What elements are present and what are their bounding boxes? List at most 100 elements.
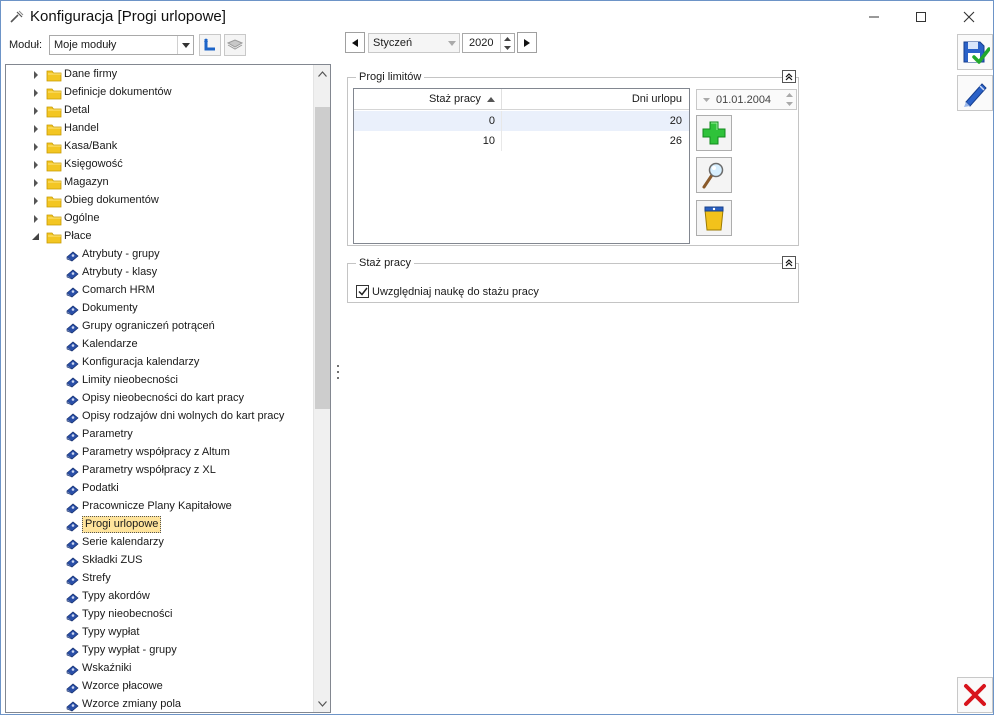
year-spinner[interactable]: 2020 — [462, 33, 515, 53]
spin-down-icon[interactable] — [501, 43, 514, 52]
tree-node[interactable]: Dane firmy — [6, 66, 314, 84]
tree-node[interactable]: Definicje dokumentów — [6, 84, 314, 102]
minimize-button[interactable] — [851, 1, 897, 32]
edit-button[interactable] — [957, 75, 993, 111]
panel-splitter[interactable] — [336, 363, 340, 381]
month-select[interactable]: Styczeń — [368, 33, 460, 53]
tree-leaf[interactable]: Konfiguracja kalendarzy — [6, 354, 314, 372]
tree-scrollbar[interactable] — [313, 65, 330, 712]
expand-arrow-icon[interactable] — [31, 142, 41, 152]
date-field[interactable]: 01.01.2004 — [696, 89, 797, 110]
date-dropdown-icon[interactable] — [699, 92, 713, 107]
month-value: Styczeń — [373, 37, 413, 49]
setting-leaf-icon — [66, 683, 79, 694]
maximize-icon — [916, 11, 926, 22]
tree-node[interactable]: Księgowość — [6, 156, 314, 174]
cancel-button[interactable] — [957, 677, 993, 713]
next-month-button[interactable] — [517, 32, 537, 53]
tree-leaf[interactable]: Atrybuty - klasy — [6, 264, 314, 282]
cell-dni: 26 — [669, 135, 682, 147]
tree-leaf[interactable]: Strefy — [6, 570, 314, 588]
expand-arrow-icon[interactable] — [31, 160, 41, 170]
expanded-arrow-icon[interactable] — [31, 232, 41, 242]
module-edit-button[interactable] — [224, 34, 246, 56]
expand-arrow-icon[interactable] — [31, 70, 41, 80]
view-button[interactable] — [696, 157, 732, 193]
tree-leaf[interactable]: Wzorce płacowe — [6, 678, 314, 696]
tree-leaf[interactable]: Atrybuty - grupy — [6, 246, 314, 264]
save-button[interactable] — [957, 34, 993, 70]
tree-node[interactable]: Magazyn — [6, 174, 314, 192]
add-button[interactable] — [696, 115, 732, 151]
tree-leaf[interactable]: Typy wypłat — [6, 624, 314, 642]
tree-leaf-label: Opisy nieobecności do kart pracy — [82, 392, 245, 404]
tree-leaf[interactable]: Comarch HRM — [6, 282, 314, 300]
tree-leaf[interactable]: Limity nieobecności — [6, 372, 314, 390]
tree-leaf[interactable]: Typy nieobecności — [6, 606, 314, 624]
save-disk-icon — [963, 41, 990, 64]
module-select[interactable]: Moje moduły — [49, 35, 194, 55]
expand-arrow-icon[interactable] — [31, 214, 41, 224]
tree-leaf[interactable]: Serie kalendarzy — [6, 534, 314, 552]
tree-leaf[interactable]: Opisy nieobecności do kart pracy — [6, 390, 314, 408]
limits-table[interactable]: Staż pracy Dni urlopu 0 20 10 26 — [353, 88, 690, 244]
column-header-staz[interactable]: Staż pracy — [354, 89, 502, 109]
scroll-down-button[interactable] — [314, 695, 330, 712]
tree-leaf[interactable]: Dokumenty — [6, 300, 314, 318]
tree-leaf[interactable]: Parametry współpracy z Altum — [6, 444, 314, 462]
expand-arrow-icon[interactable] — [31, 196, 41, 206]
year-value: 2020 — [469, 37, 494, 49]
window-title: Konfiguracja [Progi urlopowe] — [30, 8, 226, 25]
table-row[interactable]: 0 20 — [354, 111, 689, 131]
maximize-button[interactable] — [898, 1, 944, 32]
tree-leaf[interactable]: Parametry — [6, 426, 314, 444]
tree-leaf[interactable]: Parametry współpracy z XL — [6, 462, 314, 480]
tree-leaf[interactable]: Kalendarze — [6, 336, 314, 354]
close-window-button[interactable] — [946, 1, 992, 32]
tree-leaf[interactable]: Pracownicze Plany Kapitałowe — [6, 498, 314, 516]
scroll-up-button[interactable] — [314, 65, 330, 82]
column-header-dni[interactable]: Dni urlopu — [502, 89, 688, 109]
tree-node[interactable]: Obieg dokumentów — [6, 192, 314, 210]
previous-month-button[interactable] — [345, 32, 365, 53]
setting-leaf-icon — [66, 539, 79, 550]
tree-leaf[interactable]: Typy akordów — [6, 588, 314, 606]
collapse-limits-button[interactable] — [782, 70, 796, 83]
tree-node[interactable]: Kasa/Bank — [6, 138, 314, 156]
module-value: Moje moduły — [54, 39, 117, 51]
expand-arrow-icon[interactable] — [31, 106, 41, 116]
setting-leaf-icon — [66, 305, 79, 316]
year-spin-buttons[interactable] — [500, 34, 514, 52]
tree-node[interactable]: Detal — [6, 102, 314, 120]
expand-arrow-icon[interactable] — [31, 178, 41, 188]
tree-leaf-label: Podatki — [82, 482, 119, 494]
setting-leaf-icon — [66, 359, 79, 370]
date-spin-buttons[interactable] — [782, 90, 796, 109]
setting-leaf-icon — [66, 323, 79, 334]
spin-down-icon[interactable] — [782, 99, 796, 108]
tree-leaf-label: Limity nieobecności — [82, 374, 178, 386]
tree-leaf[interactable]: Składki ZUS — [6, 552, 314, 570]
tree-leaf[interactable]: Podatki — [6, 480, 314, 498]
tree-node[interactable]: Ogólne — [6, 210, 314, 228]
table-row[interactable]: 10 26 — [354, 131, 689, 151]
expand-arrow-icon[interactable] — [31, 88, 41, 98]
tree-leaf[interactable]: Grupy ograniczeń potrąceń — [6, 318, 314, 336]
spin-up-icon[interactable] — [782, 90, 796, 99]
tree-leaf[interactable]: Wskaźniki — [6, 660, 314, 678]
delete-button[interactable] — [696, 200, 732, 236]
spin-up-icon[interactable] — [501, 34, 514, 43]
expand-arrow-icon[interactable] — [31, 124, 41, 134]
tree-leaf[interactable]: Progi urlopowe — [6, 516, 314, 534]
tree-leaf[interactable]: Typy wypłat - grupy — [6, 642, 314, 660]
column-header-label: Staż pracy — [428, 93, 481, 105]
nauka-checkbox[interactable] — [356, 285, 369, 298]
tree-node[interactable]: Płace — [6, 228, 314, 246]
collapse-staz-button[interactable] — [782, 256, 796, 269]
tree-leaf[interactable]: Opisy rodzajów dni wolnych do kart pracy — [6, 408, 314, 426]
setting-leaf-icon — [66, 629, 79, 640]
module-refresh-button[interactable] — [199, 34, 221, 56]
tree-node[interactable]: Handel — [6, 120, 314, 138]
scroll-thumb[interactable] — [315, 107, 330, 409]
tree-leaf[interactable]: Wzorce zmiany pola — [6, 696, 314, 712]
